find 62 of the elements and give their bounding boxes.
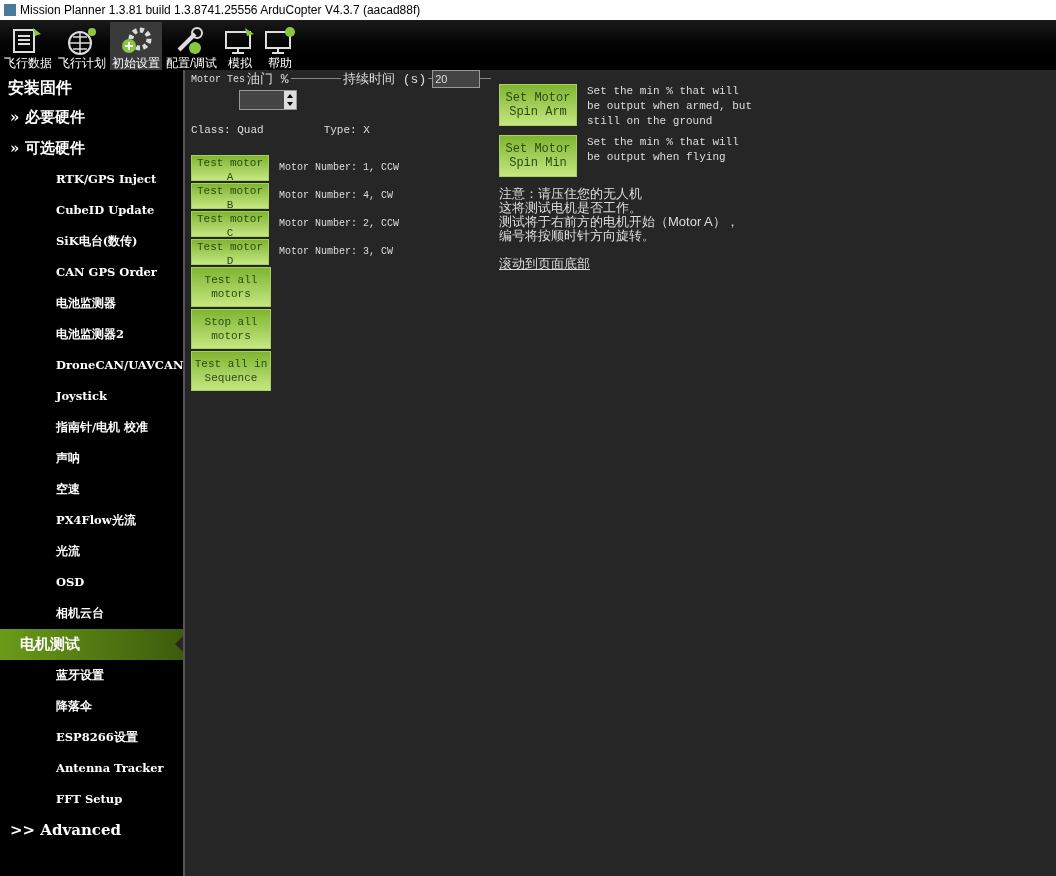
test-motor-button[interactable]: Test motor A [191,154,269,181]
notice-text: 注意：请压住您的无人机 [499,187,643,201]
sidebar-item[interactable]: 指南针/电机 校准 [0,412,183,443]
motor-action-button[interactable]: Test all in Sequence [191,350,271,391]
sidebar-item[interactable]: >> Advanced [0,815,183,846]
motor-info: Motor Number: 4, CW [279,189,394,203]
sidebar-item[interactable]: OSD [0,567,183,598]
duration-field[interactable]: 20 [432,70,481,88]
sidebar-item[interactable]: 蓝牙设置 [0,660,183,691]
sidebar-item[interactable]: CAN GPS Order [0,257,183,288]
gear-icon [119,26,153,56]
sidebar-item[interactable]: ESP8266设置 [0,722,183,753]
sidebar-item[interactable]: » 必要硬件 [0,102,183,133]
test-motor-button[interactable]: Test motor D [191,238,269,265]
sidebar-item[interactable]: Joystick [0,381,183,412]
class-label: Class: Quad [191,123,264,138]
spin-note: Set the min % that will be output when armed, but still on the ground [587,84,754,129]
sidebar-item[interactable]: FFT Setup [0,784,183,815]
toolbar-tab[interactable]: 飞行数据 [2,22,54,70]
app-icon [4,4,16,16]
pointer-icon [175,636,183,652]
throttle-field[interactable] [239,89,297,110]
motor-action-button[interactable]: Test all motors [191,266,271,307]
sidebar-item[interactable]: 降落伞 [0,691,183,722]
window-title: Mission Planner 1.3.81 build 1.3.8741.25556 ArduCopter V4.3.7 (aacad88f) [20,2,421,19]
globe-icon [65,26,99,56]
toolbar-tab[interactable]: 飞行计划 [56,22,108,70]
motor-info: Motor Number: 3, CW [279,245,394,259]
toolbar-tab[interactable]: 配置/调试 [164,22,220,70]
sidebar-item-selected[interactable]: 电机测试 [0,629,183,660]
sidebar-item[interactable]: CubeID Update [0,195,183,226]
notice-text: 这将测试电机是否工作。 [499,201,643,215]
motor-info: Motor Number: 1, CCW [279,161,400,175]
spin-button[interactable]: Set Motor Spin Min [499,135,577,177]
toolbar-tab[interactable]: 帮助 [261,22,300,70]
sidebar-item[interactable]: 声呐 [0,443,183,474]
spinner-icon[interactable] [284,90,296,109]
sidebar-item[interactable]: 安装固件 [0,74,183,102]
sidebar-item[interactable]: RTK/GPS Inject [0,164,183,195]
sidebar-item[interactable]: 电池监测器2 [0,319,183,350]
spin-button[interactable]: Set Motor Spin Arm [499,84,577,126]
sidebar-item[interactable]: 空速 [0,474,183,505]
type-label: Type: X [323,123,370,138]
notice-text: 编号将按顺时针方向旋转。 [499,229,656,243]
sidebar-item[interactable]: DroneCAN/UAVCAN [0,350,183,381]
spin-note: Set the min % that will be output when flying [587,135,740,165]
sidebar-item[interactable]: SiK电台(数传) [0,226,183,257]
sidebar-item[interactable]: 电池监测器 [0,288,183,319]
motor-action-button[interactable]: Stop all motors [191,308,271,349]
sidebar-item[interactable]: Antenna Tracker [0,753,183,784]
test-motor-button[interactable]: Test motor C [191,210,269,237]
sidebar-item[interactable]: PX4Flow光流 [0,505,183,536]
motor-info: Motor Number: 2, CCW [279,217,400,231]
test-motor-button[interactable]: Test motor B [191,182,269,209]
scroll-link[interactable]: 滚动到页面底部 [499,257,757,271]
help-monitor-icon [263,26,298,56]
sidebar-item[interactable]: 相机云台 [0,598,183,629]
toolbar-tab[interactable]: 初始设置 [110,22,162,70]
toolbar-tab[interactable]: 模拟 [221,22,260,70]
sidebar-item[interactable]: 光流 [0,536,183,567]
sidebar-item[interactable]: » 可选硬件 [0,133,183,164]
notice-text: 测试将于右前方的电机开始（Motor A）， [499,215,740,229]
